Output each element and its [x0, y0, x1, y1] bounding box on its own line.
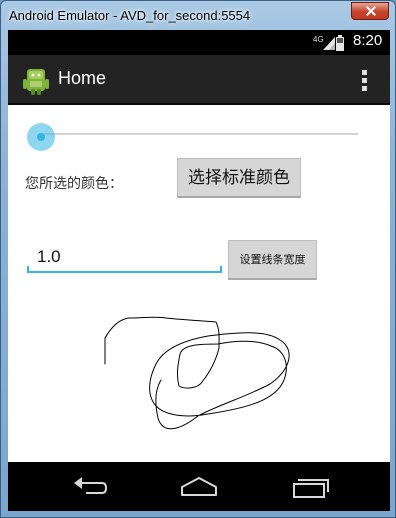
- width-seekbar-track[interactable]: [41, 133, 358, 135]
- drawing-canvas[interactable]: [8, 300, 390, 460]
- input-edge-right: [220, 266, 222, 272]
- set-line-width-button[interactable]: 设置线条宽度: [228, 240, 317, 280]
- recents-icon[interactable]: [290, 474, 330, 500]
- choose-color-button[interactable]: 选择标准颜色: [177, 158, 301, 198]
- status-clock: 8:20: [353, 32, 383, 49]
- home-icon[interactable]: [179, 474, 219, 500]
- back-icon[interactable]: [70, 474, 110, 500]
- navigation-bar: [8, 462, 390, 511]
- action-bar: Home: [8, 55, 390, 105]
- status-bar: 4G 8:20: [8, 30, 390, 55]
- window-title: Android Emulator - AVD_for_second:5554: [9, 8, 251, 23]
- close-icon[interactable]: [351, 2, 389, 20]
- selected-color-label: 您所选的颜色：: [25, 176, 123, 192]
- page-title: Home: [58, 68, 107, 88]
- android-app-icon[interactable]: [23, 67, 49, 95]
- device-screen: 4G 8:20 Home 您所选的颜色： 选择标准颜色 1.0 设置线条宽度: [8, 30, 390, 511]
- input-edge-left: [27, 266, 29, 272]
- overflow-menu-icon[interactable]: [362, 70, 368, 92]
- emulator-window: Android Emulator - AVD_for_second:5554 4…: [0, 0, 396, 518]
- freehand-stroke: [104, 316, 290, 430]
- seekbar-thumb[interactable]: [27, 123, 55, 151]
- line-width-input[interactable]: [27, 243, 222, 273]
- battery-icon: [336, 35, 344, 51]
